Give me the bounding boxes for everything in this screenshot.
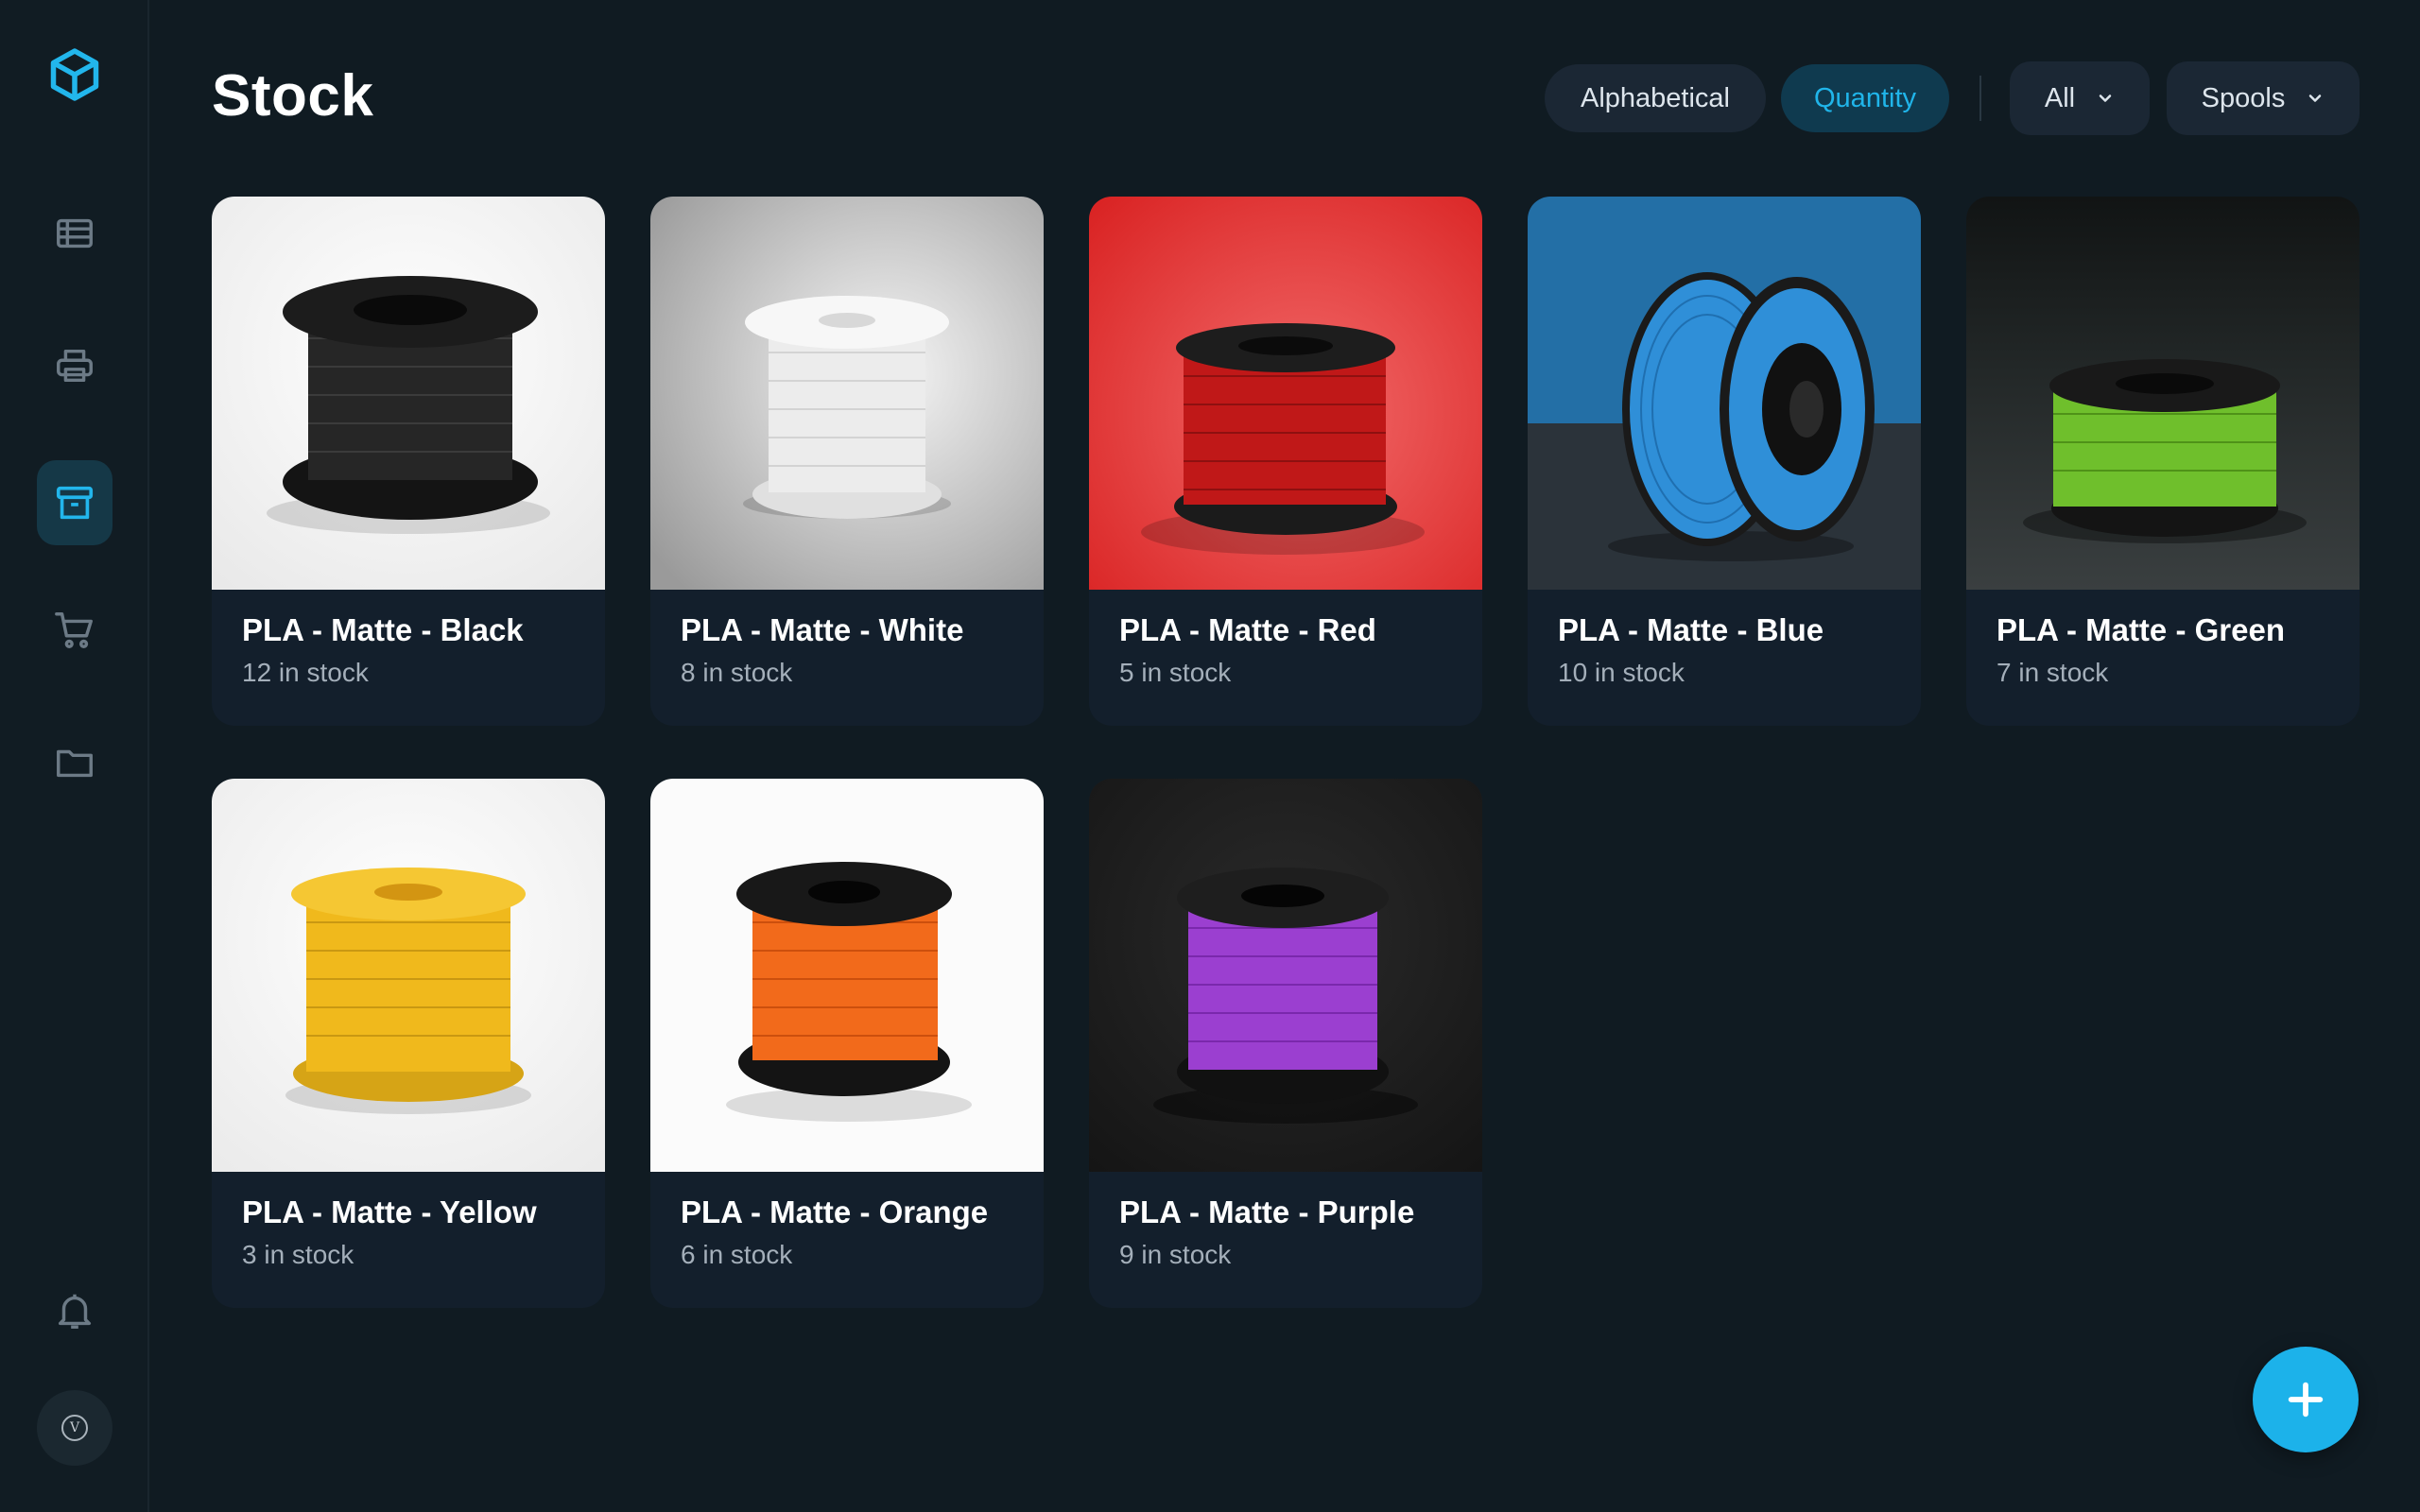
- filter-dropdown[interactable]: All: [2010, 61, 2150, 135]
- sidebar-item-printers[interactable]: [37, 323, 112, 408]
- spool-image: [1089, 779, 1482, 1172]
- card-title: PLA - Matte - Blue: [1558, 612, 1824, 647]
- stock-card[interactable]: PLA - Matte - Red 5 in stock: [1089, 197, 1482, 726]
- card-title: PLA - Matte - Red: [1119, 612, 1376, 647]
- card-stock-count: 3 in stock: [242, 1240, 354, 1269]
- card-title: PLA - Matte - Orange: [681, 1194, 989, 1229]
- stock-card[interactable]: PLA - Matte - Purple 9 in stock: [1089, 779, 1482, 1308]
- table-icon: [57, 218, 93, 249]
- plus-icon: [2288, 1382, 2324, 1418]
- card-stock-count: 8 in stock: [681, 658, 793, 687]
- spool-image: [1089, 197, 1482, 590]
- folder-icon: [57, 749, 93, 778]
- printer-icon: [57, 349, 93, 383]
- card-stock-count: 10 in stock: [1558, 658, 1685, 687]
- card-title: PLA - Matte - Yellow: [242, 1194, 537, 1229]
- sidebar-item-files[interactable]: [37, 720, 112, 805]
- page-title: Stock: [212, 63, 374, 129]
- bell-icon: [58, 1294, 92, 1329]
- stock-card[interactable]: PLA - Matte - Green 7 in stock: [1966, 197, 2360, 726]
- spool-image: [212, 197, 605, 590]
- sort-alphabetical-button[interactable]: Alphabetical: [1545, 64, 1766, 132]
- card-title: PLA - Matte - Purple: [1119, 1194, 1415, 1229]
- avatar-initial: V: [61, 1415, 88, 1441]
- sidebar-item-shop[interactable]: [37, 588, 112, 673]
- card-title: PLA - Matte - Black: [242, 612, 524, 647]
- sort-quantity-button[interactable]: Quantity: [1781, 64, 1949, 132]
- sort-alphabetical-label: Alphabetical: [1581, 82, 1730, 113]
- avatar[interactable]: V: [37, 1390, 112, 1466]
- sidebar-item-table[interactable]: [37, 191, 112, 276]
- spool-image: [1966, 197, 2360, 590]
- spool-image: [1528, 197, 1921, 590]
- card-stock-count: 9 in stock: [1119, 1240, 1232, 1269]
- filter-dropdown-value: All: [2044, 82, 2076, 113]
- card-stock-count: 5 in stock: [1119, 658, 1232, 687]
- stock-card[interactable]: PLA - Matte - White 8 in stock: [650, 197, 1044, 726]
- spool-image: [212, 779, 605, 1172]
- type-dropdown-value: Spools: [2201, 82, 2286, 113]
- archive-icon: [56, 486, 94, 520]
- notifications-button[interactable]: [37, 1268, 112, 1353]
- sidebar: V: [0, 0, 149, 1512]
- add-item-button[interactable]: [2253, 1347, 2359, 1452]
- header-divider: [1979, 76, 1981, 121]
- card-title: PLA - Matte - White: [681, 612, 964, 647]
- stock-card[interactable]: PLA - Matte - Black 12 in stock: [212, 197, 605, 726]
- stock-card[interactable]: PLA - Matte - Blue 10 in stock: [1528, 197, 1921, 726]
- card-stock-count: 12 in stock: [242, 658, 369, 687]
- card-title: PLA - Matte - Green: [1996, 612, 2285, 647]
- sort-quantity-label: Quantity: [1814, 82, 1916, 113]
- sidebar-item-stock[interactable]: [37, 460, 112, 545]
- card-stock-count: 6 in stock: [681, 1240, 793, 1269]
- cart-icon: [55, 612, 93, 648]
- stock-card[interactable]: PLA - Matte - Yellow 3 in stock: [212, 779, 605, 1308]
- chevron-down-icon: [2309, 94, 2322, 102]
- chevron-down-icon: [2099, 94, 2112, 102]
- card-stock-count: 7 in stock: [1996, 658, 2109, 687]
- spool-image: [650, 779, 1044, 1172]
- type-dropdown[interactable]: Spools: [2167, 61, 2360, 135]
- spool-image: [650, 197, 1044, 590]
- stock-card[interactable]: PLA - Matte - Orange 6 in stock: [650, 779, 1044, 1308]
- cube-icon[interactable]: [46, 46, 103, 103]
